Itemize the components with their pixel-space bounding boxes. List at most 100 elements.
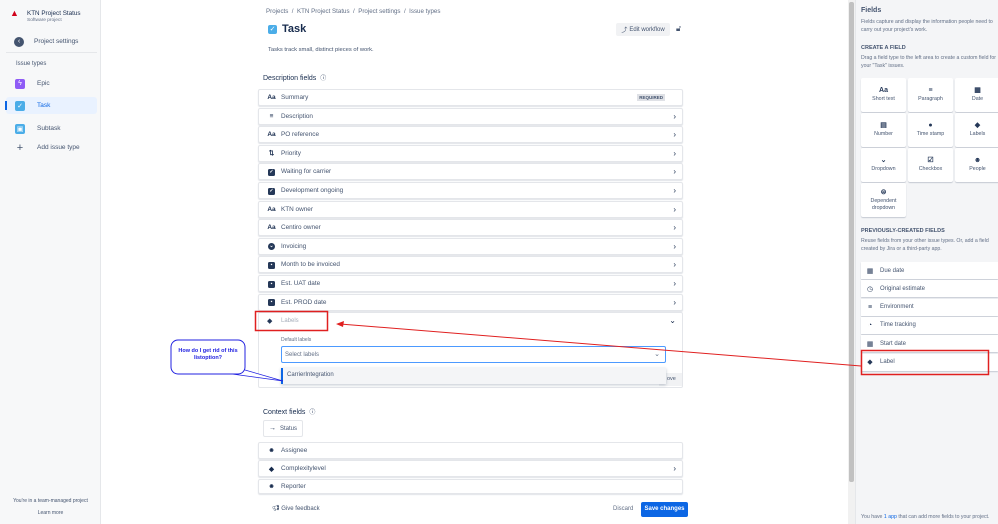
field-type-tile-people[interactable]: ☻ People bbox=[955, 148, 998, 182]
give-feedback-button[interactable]: 📢︎ Give feedback bbox=[272, 505, 320, 512]
tile-label: Time stamp bbox=[916, 131, 945, 137]
checkbox-icon: ✓ bbox=[268, 168, 275, 176]
apps-link[interactable]: 1 app bbox=[884, 514, 897, 520]
short-text-icon: Aa bbox=[267, 224, 276, 232]
feedback-label: Give feedback bbox=[281, 506, 320, 512]
calendar-icon: ▪ bbox=[267, 298, 276, 307]
info-icon[interactable]: ⓘ bbox=[309, 410, 315, 416]
field-label: Label bbox=[880, 359, 895, 365]
status-field[interactable]: → Status bbox=[263, 420, 303, 437]
remove-label: ove bbox=[667, 376, 676, 382]
scrollbar[interactable] bbox=[848, 0, 855, 524]
row-label: Summary bbox=[281, 94, 309, 101]
field-label: Time tracking bbox=[880, 322, 916, 329]
short-text-icon: Aa bbox=[879, 87, 888, 94]
previous-field-environment[interactable]: ≡ Environment bbox=[861, 298, 998, 316]
previous-field-original-estimate[interactable]: ◷ Original estimate bbox=[861, 280, 998, 298]
field-row-development-ongoing[interactable]: ✓ Development ongoing › bbox=[258, 182, 683, 199]
field-type-tile-dependent-dropdown[interactable]: ⊜ Dependent dropdown bbox=[861, 183, 906, 217]
field-row-priority[interactable]: ⇅ Priority › bbox=[258, 144, 683, 162]
save-changes-button[interactable]: Save changes bbox=[641, 502, 688, 517]
section-title: Description fields bbox=[263, 75, 317, 82]
chevron-right-icon: › bbox=[673, 148, 676, 158]
tile-label: Short text bbox=[872, 96, 895, 102]
info-icon[interactable]: ⓘ bbox=[320, 76, 326, 82]
plus-icon: + bbox=[16, 141, 24, 154]
context-row-complexitylevel[interactable]: ◆ Complexitylevel › bbox=[258, 460, 683, 477]
sidebar: ▲ KTN Project Status Software project ‹ … bbox=[0, 0, 101, 524]
collapse-chevron-icon[interactable]: ⌄ bbox=[669, 316, 676, 325]
tile-label: Dependent dropdown bbox=[870, 197, 897, 211]
edit-workflow-button[interactable]: ⤴ Edit workflow bbox=[616, 23, 670, 36]
project-name: KTN Project Status bbox=[27, 10, 81, 17]
field-type-tile-paragraph[interactable]: ≡ Paragraph bbox=[908, 78, 953, 112]
lock-icon[interactable]: 🔓︎ bbox=[676, 24, 681, 34]
back-to-project-settings[interactable]: ‹ Project settings bbox=[6, 33, 97, 50]
field-row-est-prod-date[interactable]: ▪ Est. PROD date › bbox=[258, 293, 683, 311]
workflow-icon: ⤴ bbox=[621, 28, 628, 34]
breadcrumb-project[interactable]: KTN Project Status bbox=[297, 8, 350, 15]
field-type-tile-number[interactable]: ▤ Number bbox=[861, 113, 906, 147]
page-title: Task bbox=[282, 23, 307, 35]
labels-dropdown-option[interactable]: CarrierIntegration bbox=[281, 368, 666, 384]
sidebar-item-epic[interactable]: ϟ Epic bbox=[6, 75, 97, 92]
field-row-waiting-for-carrier[interactable]: ✓ Waiting for carrier › bbox=[258, 163, 683, 181]
field-row-month-to-be-invoiced[interactable]: ▪ Month to be invoiced › bbox=[258, 256, 683, 274]
tile-label: Date bbox=[971, 96, 984, 102]
status-label: Status bbox=[280, 425, 298, 432]
add-issue-type-button[interactable]: + Add issue type bbox=[6, 139, 97, 156]
scrollbar-thumb[interactable] bbox=[849, 2, 854, 482]
field-type-tile-checkbox[interactable]: ☑ Checkbox bbox=[908, 148, 953, 182]
context-row-assignee[interactable]: ☻ Assignee bbox=[258, 442, 683, 459]
previous-field-label[interactable]: ◆ Label bbox=[861, 353, 998, 371]
field-icon: ≡ bbox=[867, 303, 873, 311]
annotation-callout-text: How do I get rid of this listoption? bbox=[178, 348, 238, 361]
discard-button[interactable]: Discard bbox=[613, 506, 633, 512]
field-row-summary[interactable]: Aa Summary REQUIRED bbox=[258, 89, 683, 106]
field-icon: ◆ bbox=[867, 359, 873, 366]
row-label: Centiro owner bbox=[281, 224, 321, 232]
field-type-tile-short-text[interactable]: Aa Short text bbox=[861, 78, 906, 112]
fields-description: Fields capture and display the informati… bbox=[861, 19, 993, 33]
labels-icon: ◆ bbox=[974, 122, 981, 129]
labels-field-expanded[interactable]: ◆ Labels ⌄ Default labels Select labels … bbox=[258, 312, 683, 388]
chevron-down-icon: ⌄ bbox=[654, 351, 660, 358]
previously-created-heading: PREVIOUSLY-CREATED FIELDS bbox=[861, 228, 945, 234]
context-row-reporter[interactable]: ☻ Reporter bbox=[258, 479, 683, 494]
learn-more-link[interactable]: Learn more bbox=[0, 510, 101, 516]
calendar-icon: ▪ bbox=[267, 261, 276, 269]
dependent-dropdown-icon: ⊜ bbox=[880, 188, 887, 196]
field-row-po-reference[interactable]: Aa PO reference › bbox=[258, 126, 683, 144]
field-type-tile-date[interactable]: ▦ Date bbox=[955, 78, 998, 112]
priority-icon: ⇅ bbox=[268, 150, 275, 158]
chevron-right-icon: › bbox=[673, 167, 676, 177]
row-label: Complexitylevel bbox=[281, 465, 326, 472]
calendar-icon: ▪ bbox=[267, 280, 276, 288]
sidebar-item-task[interactable]: ✓ Task bbox=[6, 97, 97, 114]
row-label: Assignee bbox=[281, 447, 308, 454]
back-label: Project settings bbox=[34, 38, 79, 45]
person-icon: ☻ bbox=[268, 447, 275, 454]
option-label: CarrierIntegration bbox=[287, 372, 334, 378]
field-row-description[interactable]: ≡ Description › bbox=[258, 107, 683, 125]
previous-field-due-date[interactable]: ▦ Due date bbox=[861, 262, 998, 279]
breadcrumb-projects[interactable]: Projects bbox=[266, 8, 288, 15]
breadcrumb-issue-types[interactable]: Issue types bbox=[409, 8, 440, 15]
row-label: Waiting for carrier bbox=[281, 168, 332, 176]
fields-title: Fields bbox=[861, 7, 882, 14]
field-type-tile-labels[interactable]: ◆ Labels bbox=[955, 113, 998, 147]
field-row-est-uat-date[interactable]: ▪ Est. UAT date › bbox=[258, 275, 683, 292]
epic-icon: ϟ bbox=[15, 78, 25, 89]
breadcrumb-settings[interactable]: Project settings bbox=[358, 8, 400, 15]
field-row-centiro-owner[interactable]: Aa Centiro owner › bbox=[258, 219, 683, 237]
field-type-tile-time-stamp[interactable]: ● Time stamp bbox=[908, 113, 953, 147]
field-row-ktn-owner[interactable]: Aa KTN owner › bbox=[258, 200, 683, 218]
labels-select[interactable]: Select labels ⌄ bbox=[281, 346, 666, 363]
field-type-tile-dropdown[interactable]: ⌄ Dropdown bbox=[861, 148, 906, 182]
previous-field-time-tracking[interactable]: ◔ Time tracking bbox=[861, 316, 998, 334]
select-placeholder: Select labels bbox=[285, 352, 320, 358]
tile-label: Number bbox=[874, 131, 893, 137]
sidebar-item-subtask[interactable]: ▣ Subtask bbox=[6, 120, 97, 137]
previous-field-start-date[interactable]: ▦ Start date bbox=[861, 335, 998, 353]
field-row-invoicing[interactable]: ⌄ Invoicing › bbox=[258, 237, 683, 255]
